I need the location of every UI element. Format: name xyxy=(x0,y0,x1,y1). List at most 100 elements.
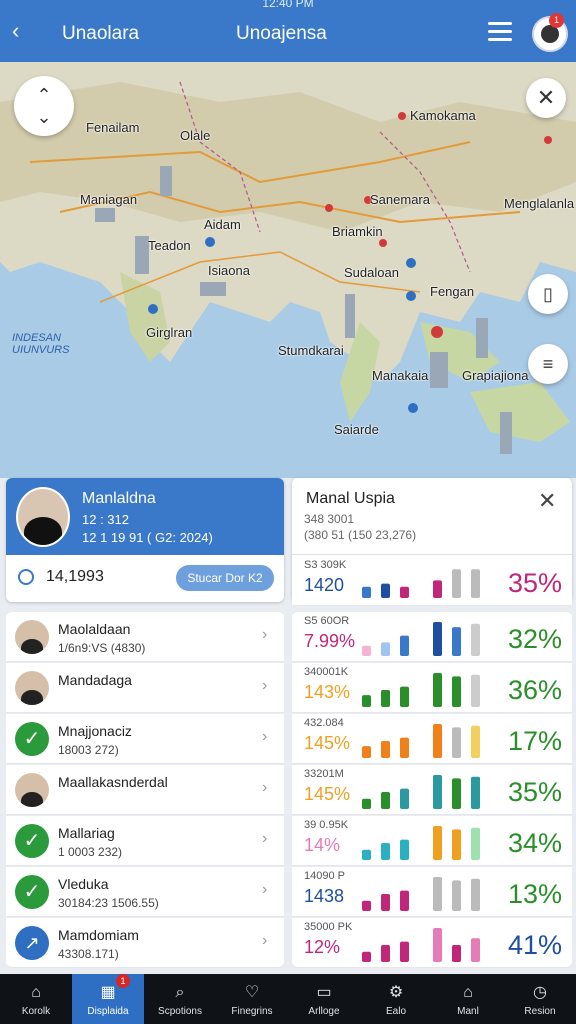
stat-value: 1438 xyxy=(304,886,345,906)
map-label: Aidam xyxy=(204,217,241,232)
list-item[interactable]: ✓ Mallariag 1 0003 232) › xyxy=(6,816,284,866)
stat-top: 14090 P xyxy=(304,870,345,882)
summary-line-1: 348 3001 xyxy=(304,512,355,526)
clipboard-icon[interactable]: ▯ xyxy=(528,274,568,314)
stat-bar xyxy=(381,894,390,911)
chevron-down-icon[interactable]: ⌄ xyxy=(14,106,74,128)
stat-bars xyxy=(362,775,480,809)
stat-bars xyxy=(362,724,480,758)
stat-row[interactable]: S5 60OR 7.99% 32% xyxy=(292,612,572,662)
map-view[interactable]: Fenailam Olale Kamokama Maniagan Sanemar… xyxy=(0,62,576,478)
stat-bar xyxy=(400,890,409,911)
list-item[interactable]: ✓ Vleduka 30184:23 1506.55) › xyxy=(6,867,284,917)
summary-card: Manal Uspia ✕ 348 3001 (380 51 (150 23,2… xyxy=(292,478,572,605)
stat-bar xyxy=(471,623,480,656)
avatar xyxy=(15,620,49,654)
profile-line-1: 12 : 312 xyxy=(82,512,129,527)
hamburger-icon[interactable] xyxy=(488,22,512,42)
list-item-sub: 30184:23 1506.55) xyxy=(58,896,159,910)
stat-row[interactable]: 35000 PK 12% 41% xyxy=(292,918,572,968)
status-time: 12:40 PM xyxy=(262,0,314,10)
list-item[interactable]: Maolaldaan 1/6n9:VS (4830) › xyxy=(6,612,284,662)
map-label: Teadon xyxy=(148,238,191,253)
tab-badge: 1 xyxy=(116,974,130,988)
close-icon[interactable]: ✕ xyxy=(538,488,556,514)
stat-top: 33201M xyxy=(304,768,344,780)
ocean-label-line: INDESAN xyxy=(12,332,61,344)
map-label: Menglalanla xyxy=(504,196,575,211)
stat-bar xyxy=(471,938,480,962)
chevron-up-icon[interactable]: ⌃ xyxy=(14,84,74,106)
zoom-control[interactable]: ⌃ ⌄ xyxy=(14,76,74,136)
tab-displaida[interactable]: ▦ 1 Displaida xyxy=(72,974,144,1024)
chevron-right-icon: › xyxy=(262,881,268,898)
stat-bar xyxy=(381,792,390,809)
chevron-right-icon: › xyxy=(262,830,268,847)
list-item-name: Maallakasnderdal xyxy=(58,774,168,790)
avatar xyxy=(16,487,70,547)
stat-top: S3 309K xyxy=(304,559,347,571)
tab-label: Resion xyxy=(524,1006,556,1017)
check-icon: ✓ xyxy=(15,875,49,909)
tab-label: Korolk xyxy=(21,1006,51,1017)
tab-finegrins[interactable]: ♡ Finegrins xyxy=(216,974,288,1024)
stat-bar xyxy=(381,945,390,962)
stat-bar xyxy=(471,776,480,809)
stat-percent: 32% xyxy=(507,624,562,654)
stat-row[interactable]: 39 0.95K 14% 34% xyxy=(292,816,572,866)
profile-name: Manlaldna xyxy=(82,490,156,507)
tab-korolk[interactable]: ⌂ Korolk xyxy=(0,974,72,1024)
list-item-sub: 18003 272) xyxy=(58,743,119,757)
tab-arlloge[interactable]: ▭ Arlloge xyxy=(288,974,360,1024)
stat-bar xyxy=(452,778,461,809)
tab-scpotions[interactable]: ⌕ Scpotions xyxy=(144,974,216,1024)
check-icon: ✓ xyxy=(15,722,49,756)
app-title: Unaolara xyxy=(62,23,140,44)
back-button[interactable]: ‹ xyxy=(12,20,19,42)
list-item[interactable]: Maallakasnderdal › xyxy=(6,765,284,815)
stat-bar xyxy=(471,827,480,860)
stat-row[interactable]: 33201M 145% 35% xyxy=(292,765,572,815)
tab-label: Displaida xyxy=(87,1006,129,1017)
stat-row[interactable]: 432.084 145% 17% xyxy=(292,714,572,764)
list-item[interactable]: Mandadaga › xyxy=(6,663,284,713)
close-icon[interactable]: ✕ xyxy=(526,78,566,118)
stat-bar xyxy=(433,622,442,656)
list-item[interactable]: ✓ Mnajjonaciz 18003 272) › xyxy=(6,714,284,764)
stat-row[interactable]: 14090 P 1438 13% xyxy=(292,867,572,917)
stat-bar xyxy=(400,686,409,707)
stat-bar xyxy=(471,878,480,911)
stat-bar xyxy=(433,877,442,911)
tab-resion[interactable]: ◷ Resion xyxy=(504,974,576,1024)
list-item[interactable]: ↗ Mamdomiam 43308.171) › xyxy=(6,918,284,968)
stat-bar xyxy=(452,627,461,656)
dashboard-icon: ▦ xyxy=(100,984,116,1001)
stat-row[interactable]: 340001K 143% 36% xyxy=(292,663,572,713)
map-label: Girglran xyxy=(146,325,193,340)
tab-manl[interactable]: ⌂ Manl xyxy=(432,974,504,1024)
list-item-name: Vleduka xyxy=(58,876,109,892)
list-item-name: Mamdomiam xyxy=(58,927,139,943)
stat-percent: 17% xyxy=(507,726,562,756)
chevron-right-icon: › xyxy=(262,779,268,796)
tab-label: Scpotions xyxy=(158,1006,202,1017)
top-app-bar: 12:40 PM ‹ Unaolara Unoajensa 1 xyxy=(0,0,576,62)
tab-label: Arlloge xyxy=(308,1006,340,1017)
stat-bars xyxy=(362,928,480,962)
profile-card[interactable]: Manlaldna 12 : 312 12 1 19 91 ( G2: 2024… xyxy=(6,478,284,602)
stat-bar xyxy=(400,635,409,656)
stat-bar xyxy=(471,725,480,758)
stat-value: 143% xyxy=(304,682,351,702)
stat-value: 7.99% xyxy=(304,631,356,651)
stat-bar xyxy=(452,569,461,598)
status-pill-button[interactable]: Stucar Dor K2 xyxy=(176,565,274,591)
chevron-right-icon: › xyxy=(262,728,268,745)
list-item-sub: 43308.171) xyxy=(58,947,119,961)
tab-ealo[interactable]: ⚙ Ealo xyxy=(360,974,432,1024)
stat-bars xyxy=(362,569,480,598)
stat-bar xyxy=(433,724,442,758)
stat-bar xyxy=(381,583,390,598)
stat-bar xyxy=(400,737,409,758)
list-menu-icon[interactable]: ≡ xyxy=(528,344,568,384)
profile-header: Manlaldna 12 : 312 12 1 19 91 ( G2: 2024… xyxy=(6,478,284,555)
